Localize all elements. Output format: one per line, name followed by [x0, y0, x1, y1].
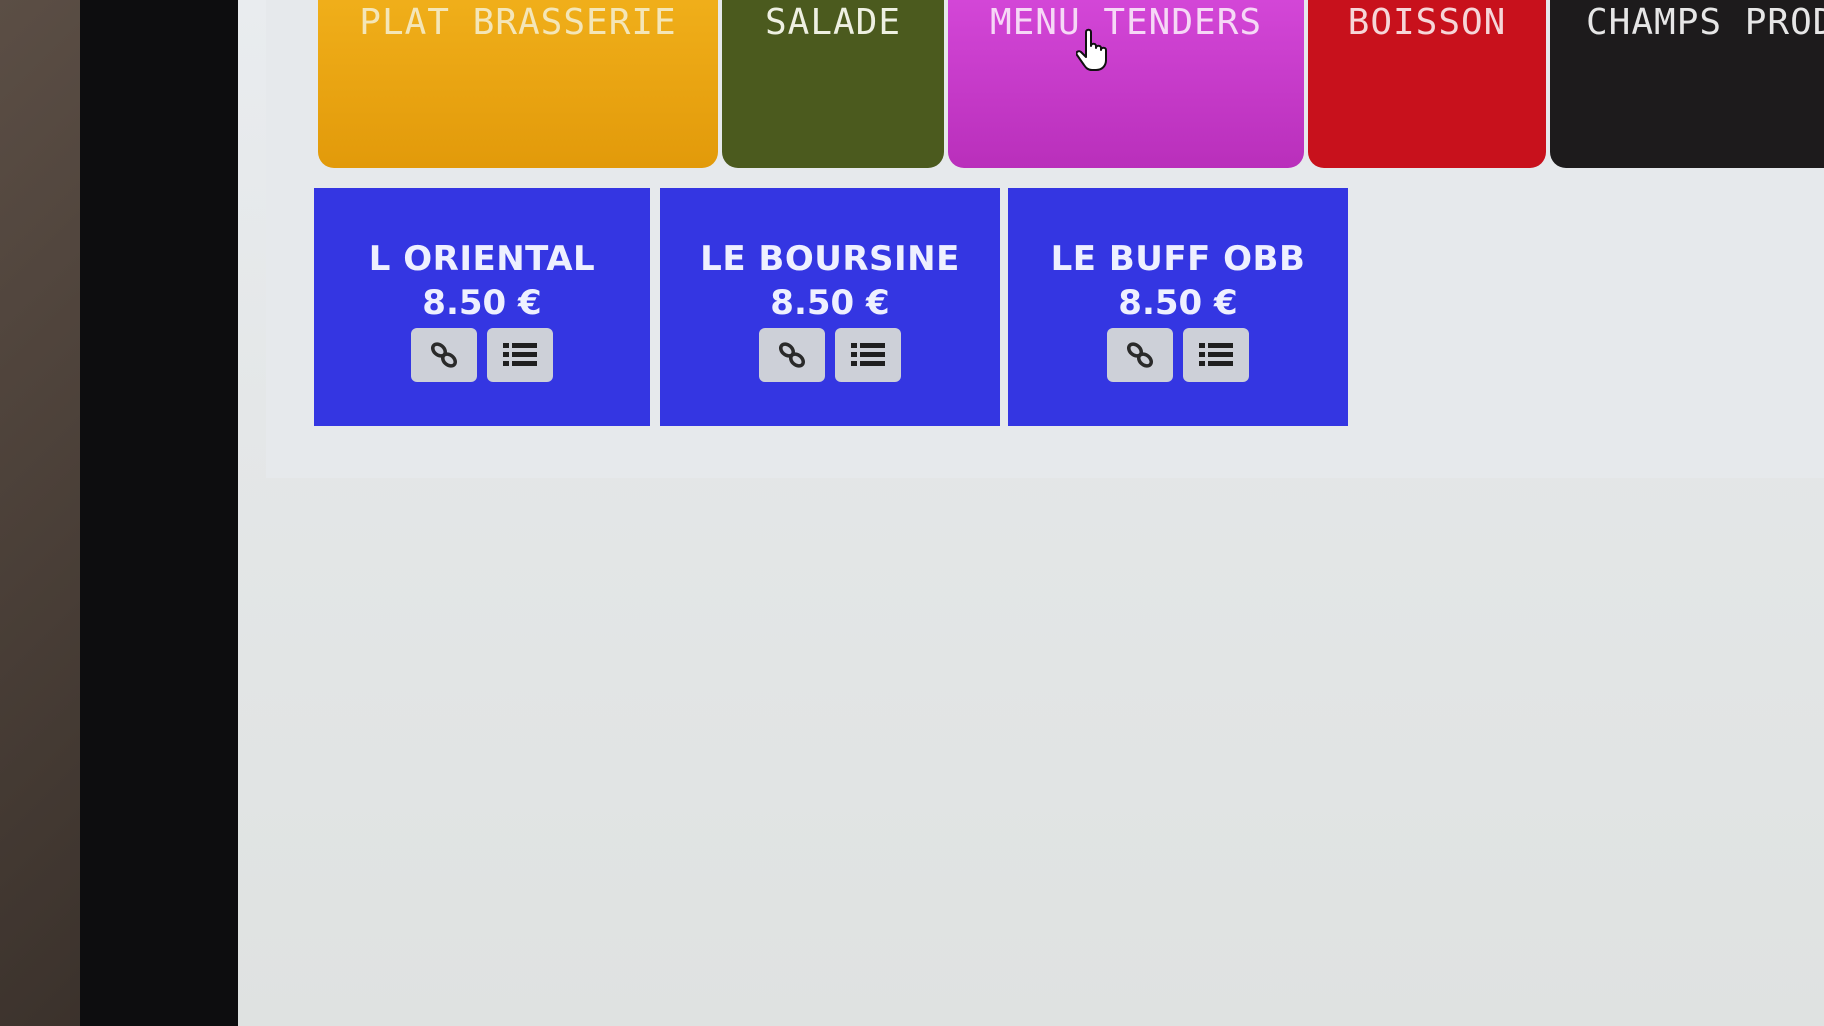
tab-label: BOISSON	[1347, 2, 1507, 43]
tab-label: PLAT BRASSERIE	[359, 2, 677, 43]
list-button[interactable]	[835, 328, 901, 382]
link-icon	[1126, 342, 1154, 368]
product-price: 8.50 €	[770, 283, 890, 323]
list-icon	[503, 343, 537, 366]
product-price: 8.50 €	[422, 283, 542, 323]
link-button[interactable]	[411, 328, 477, 382]
tab-label: CHAMPS PROD	[1586, 2, 1824, 43]
link-icon	[430, 342, 458, 368]
product-card[interactable]: LE BUFF OBB 8.50 €	[1008, 188, 1348, 426]
tab-plat-brasserie[interactable]: PLAT BRASSERIE	[318, 0, 718, 168]
tab-label: MENU TENDERS	[989, 2, 1263, 43]
product-actions	[1008, 328, 1348, 382]
list-button[interactable]	[487, 328, 553, 382]
link-button[interactable]	[759, 328, 825, 382]
product-price: 8.50 €	[1118, 283, 1238, 323]
product-card[interactable]: L ORIENTAL 8.50 €	[314, 188, 650, 426]
tab-menu-tenders[interactable]: MENU TENDERS	[948, 0, 1304, 168]
tab-salade[interactable]: SALADE	[722, 0, 944, 168]
hand-pointer-icon	[1075, 28, 1110, 72]
product-name: LE BUFF OBB	[1050, 239, 1306, 279]
product-actions	[314, 328, 650, 382]
product-actions	[660, 328, 1000, 382]
link-button[interactable]	[1107, 328, 1173, 382]
tab-champs-prod[interactable]: CHAMPS PROD	[1550, 0, 1824, 168]
link-icon	[778, 342, 806, 368]
list-button[interactable]	[1183, 328, 1249, 382]
list-icon	[851, 343, 885, 366]
product-grid: L ORIENTAL 8.50 € LE BOURSINE 8.50 € LE …	[314, 188, 1414, 430]
category-tabs: PLAT BRASSERIE SALADE MENU TENDERS BOISS…	[318, 0, 1824, 170]
tab-label: SALADE	[764, 2, 902, 43]
product-name: LE BOURSINE	[700, 239, 960, 279]
list-icon	[1199, 343, 1233, 366]
tab-boisson[interactable]: BOISSON	[1308, 0, 1546, 168]
product-name: L ORIENTAL	[368, 239, 596, 279]
pos-screen: PLAT BRASSERIE SALADE MENU TENDERS BOISS…	[238, 0, 1824, 1026]
product-card[interactable]: LE BOURSINE 8.50 €	[660, 188, 1000, 426]
